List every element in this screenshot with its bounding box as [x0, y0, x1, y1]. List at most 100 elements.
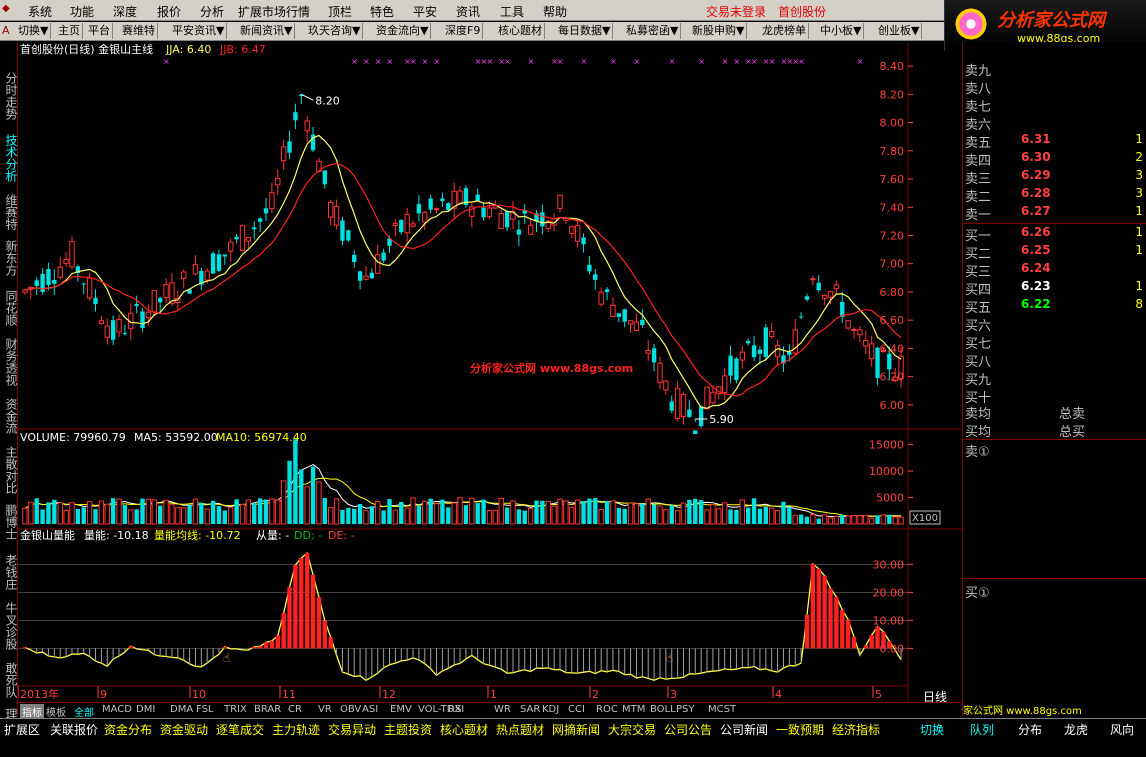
sidenav-laoqianzhuang[interactable]: 老钱庄 [1, 554, 18, 590]
menu-pingan[interactable]: 平安 [413, 3, 437, 20]
indicator-tab[interactable]: RSI [448, 704, 464, 715]
signal-mark: × [557, 57, 564, 66]
indicator-tab[interactable]: ASI [362, 704, 378, 715]
toolbar-pingan-news[interactable]: 平安资讯▼ [170, 23, 228, 39]
trade-login-warning[interactable]: 交易未登录 [706, 3, 766, 20]
indicator-tab[interactable]: TRIX [224, 704, 247, 715]
sidenav-intraday[interactable]: 分时走势 [1, 72, 18, 120]
sidenav-fund-flow[interactable]: 资金流 [1, 398, 18, 434]
bottom-tab[interactable]: 公司新闻 [720, 721, 768, 738]
toolbar-fund-flow[interactable]: 资金流向▼ [374, 23, 432, 39]
bottom-tab[interactable]: 逐笔成交 [216, 721, 264, 738]
stock-name-link[interactable]: 首创股份 [778, 3, 826, 20]
indicator-tab[interactable]: VR [318, 704, 332, 715]
bottom-dragon-tiger[interactable]: 龙虎 [1064, 721, 1088, 738]
toolbar-jiutian[interactable]: 玖天咨询▼ [306, 23, 364, 39]
bottom-tab[interactable]: 大宗交易 [608, 721, 656, 738]
orderbook-row: 卖四 6.30 2 [963, 150, 1146, 169]
sidenav-finance[interactable]: 财务透视 [1, 338, 18, 386]
menu-help[interactable]: 帮助 [543, 3, 567, 20]
sidenav-pengboshi[interactable]: 鹏博士 [1, 504, 18, 540]
toolbar-dragon-tiger[interactable]: 龙虎榜单 [760, 23, 809, 39]
toolbar-saiweite[interactable]: 赛维特 [120, 23, 158, 39]
menu-system[interactable]: 系统 [28, 3, 52, 20]
indicator-tab[interactable]: BOLL [650, 704, 676, 715]
orderbook-row: 买四 6.23 1 [963, 279, 1146, 298]
toolbar-platform[interactable]: 平台 [86, 23, 113, 39]
bottom-tab[interactable]: 交易异动 [328, 721, 376, 738]
toolbar-private-fund[interactable]: 私募密函▼ [624, 23, 682, 39]
candle-body [851, 328, 857, 331]
sidenav-technical[interactable]: 技术分析 [1, 134, 18, 182]
toolbar-switch[interactable]: 切换▼ [16, 23, 52, 39]
toolbar-gem[interactable]: 创业板▼ [876, 23, 923, 39]
menu-function[interactable]: 功能 [70, 3, 94, 20]
app-menu-icon[interactable]: ◆ [2, 3, 10, 14]
indicator-tab[interactable]: DMA [170, 704, 193, 715]
bottom-switch[interactable]: 切换 [920, 721, 944, 738]
menu-analysis[interactable]: 分析 [200, 3, 224, 20]
indicator-tab[interactable]: CR [288, 704, 302, 715]
toolbar-core-theme[interactable]: 核心题材 [496, 23, 545, 39]
toolbar-ipo[interactable]: 新股申购▼ [690, 23, 748, 39]
bottom-tab[interactable]: 核心题材 [440, 721, 488, 738]
sidenav-xindongfang[interactable]: 新东方 [1, 240, 18, 276]
indicator-tab[interactable]: EMV [390, 704, 412, 715]
sidenav-main-retail[interactable]: 主散对比 [1, 446, 18, 494]
bottom-related-quote[interactable]: 关联报价 [50, 721, 98, 738]
menu-news[interactable]: 资讯 [456, 3, 480, 20]
bottom-distribution[interactable]: 分布 [1018, 721, 1042, 738]
indicator-tab[interactable]: SAR [520, 704, 540, 715]
sell-queue-row[interactable]: 卖① [963, 441, 1146, 460]
bottom-extension[interactable]: 扩展区 [4, 721, 40, 738]
bottom-tab[interactable]: 主力轨迹 [272, 721, 320, 738]
indicator-tab[interactable]: WR [494, 704, 511, 715]
volume-bar [263, 499, 269, 524]
bottom-wind[interactable]: 风向 [1110, 721, 1134, 738]
bottom-tab[interactable]: 公司公告 [664, 721, 712, 738]
bottom-tab[interactable]: 资金驱动 [160, 721, 208, 738]
sidenav-niucha[interactable]: 牛叉诊股 [1, 602, 18, 650]
indicator-tab[interactable]: PSY [676, 704, 695, 715]
indicator-tab[interactable]: MACD [102, 704, 132, 715]
menu-quote[interactable]: 报价 [157, 3, 181, 20]
menu-special[interactable]: 特色 [370, 3, 394, 20]
indicator-tab[interactable]: MTM [622, 704, 645, 715]
orderbook-price: 6.26 [1021, 225, 1051, 239]
buy-queue-row[interactable]: 买① [963, 582, 1146, 601]
indicator-tab[interactable]: FSL [196, 704, 214, 715]
menu-tools[interactable]: 工具 [500, 3, 524, 20]
indicator-tab[interactable]: CCI [568, 704, 585, 715]
toolbar-sme[interactable]: 中小板▼ [818, 23, 865, 39]
indicator-tab[interactable]: ROC [596, 704, 618, 715]
indicator-tab[interactable]: MCST [708, 704, 736, 715]
bottom-tab[interactable]: 热点题材 [496, 721, 544, 738]
bottom-tab[interactable]: 资金分布 [104, 721, 152, 738]
sidenav-tonghuashun[interactable]: 同花顺 [1, 290, 18, 326]
toolbar-daily-data[interactable]: 每日数据▼ [556, 23, 614, 39]
toolbar-a-icon[interactable]: A [0, 23, 12, 39]
toolbar-news[interactable]: 新闻资讯▼ [238, 23, 296, 39]
bottom-tab[interactable]: 网摘新闻 [552, 721, 600, 738]
toolbar-home[interactable]: 主页 [56, 23, 83, 39]
toolbar-f9[interactable]: 深度F9 [443, 23, 484, 39]
bottom-tab[interactable]: 一致预期 [776, 721, 824, 738]
menu-depth[interactable]: 深度 [113, 3, 137, 20]
menu-topbar[interactable]: 顶栏 [328, 3, 352, 20]
bottom-tab[interactable]: 经济指标 [832, 721, 880, 738]
bottom-tab[interactable]: 主题投资 [384, 721, 432, 738]
orderbook-level-label: 卖八 [965, 82, 992, 97]
indicator-tab[interactable]: OBV [340, 704, 361, 715]
indicator-tab[interactable]: DMI [136, 704, 155, 715]
menu-extended-market[interactable]: 扩展市场行情 [238, 3, 310, 20]
indicator-tab[interactable]: 全部 [74, 704, 94, 719]
bottom-queue[interactable]: 队列 [970, 721, 994, 738]
indicator-tab[interactable]: BRAR [254, 704, 281, 715]
sell-queue-label: 卖① [965, 445, 990, 460]
indicator-tab[interactable]: 模板 [46, 704, 66, 719]
sidenav-saiweite[interactable]: 维赛特 [1, 194, 18, 230]
chart-area[interactable]: 8.40 8.20 8.00 7.80 7.60 7.40 7.20 7.00 6.80 6.60… [18, 42, 962, 716]
indicator-tab[interactable]: 指标 [20, 704, 44, 719]
sidenav-gansidui[interactable]: 敢死队 [1, 662, 18, 698]
indicator-tab[interactable]: KDJ [542, 704, 559, 715]
